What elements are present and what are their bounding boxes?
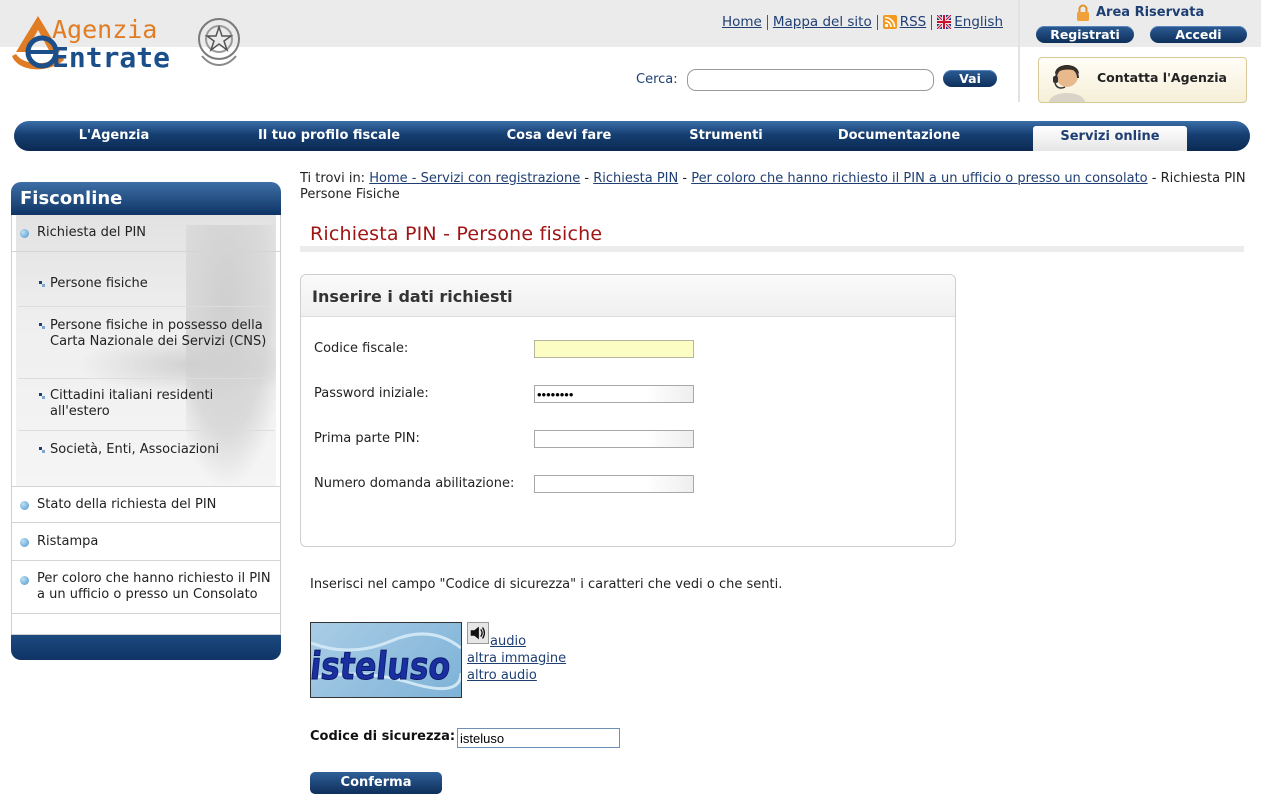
nav-item-cosa-devi-fare[interactable]: Cosa devi fare xyxy=(484,121,634,151)
sidebar-item-label: Richiesta del PIN xyxy=(37,225,147,240)
top-links: Home Mappa del sito RSS English xyxy=(722,14,1003,30)
conferma-button[interactable]: Conferma xyxy=(310,772,442,794)
form-heading: Inserire i dati richiesti xyxy=(312,287,513,306)
title-underline xyxy=(300,246,1244,252)
breadcrumb-link-ufficio-consolato[interactable]: Per coloro che hanno richiesto il PIN a … xyxy=(691,171,1147,186)
breadcrumb: Ti trovi in: Home - Servizi con registra… xyxy=(300,171,1246,202)
registrati-button[interactable]: Registrati xyxy=(1036,26,1134,43)
sidebar-item-ristampa[interactable]: Ristampa xyxy=(12,524,280,561)
search-label: Cerca: xyxy=(636,72,678,87)
logo-text-agenzia: Agenzia xyxy=(52,15,158,44)
rss-icon[interactable] xyxy=(882,15,897,29)
sidebar-item-label: Per coloro che hanno richiesto il PIN a … xyxy=(37,571,271,602)
codice-fiscale-input[interactable] xyxy=(534,340,694,358)
captcha-distorted-text: isteluso xyxy=(311,632,461,691)
prima-parte-pin-label: Prima parte PIN: xyxy=(314,431,420,446)
form-panel: Inserire i dati richiesti Codice fiscale… xyxy=(300,274,956,547)
link-separator xyxy=(766,14,768,30)
nav-item-servizi-online[interactable]: Servizi online xyxy=(1033,126,1187,151)
search-button[interactable]: Vai xyxy=(943,70,997,87)
area-riservata-title: Area Riservata xyxy=(1076,4,1204,21)
sidebar-subitem-societa[interactable]: Società, Enti, Associazioni xyxy=(39,442,275,458)
captcha-image-text: isteluso xyxy=(311,644,453,688)
nav-item-agenzia[interactable]: L'Agenzia xyxy=(54,121,174,151)
divider xyxy=(18,430,274,431)
bullet-icon xyxy=(20,501,29,510)
square-bullet-icon xyxy=(39,393,45,399)
codice-sicurezza-label: Codice di sicurezza: xyxy=(310,729,456,744)
prima-parte-pin-input[interactable] xyxy=(534,430,694,448)
sidebar-item-pin-ufficio-consolato[interactable]: Per coloro che hanno richiesto il PIN a … xyxy=(12,562,280,614)
contatta-label: Contatta l'Agenzia xyxy=(1097,70,1227,85)
captcha-altro-audio-link[interactable]: altro audio xyxy=(467,668,537,683)
form-header: Inserire i dati richiesti xyxy=(301,275,955,317)
sidebar-title: Fisconline xyxy=(11,182,281,215)
captcha-altra-immagine-link[interactable]: altra immagine xyxy=(467,651,566,666)
search-input[interactable] xyxy=(687,69,934,91)
page-title: Richiesta PIN - Persone fisiche xyxy=(310,223,603,245)
breadcrumb-link-richiesta-pin[interactable]: Richiesta PIN xyxy=(593,171,678,186)
sidebar-subitem-label: Società, Enti, Associazioni xyxy=(50,442,220,457)
sidebar-subitem-label: Cittadini italiani residenti all'estero xyxy=(50,388,214,419)
agenzia-entrate-logo[interactable]: Agenzia Entrate xyxy=(8,10,248,76)
sidebar-item-stato-richiesta[interactable]: Stato della richiesta del PIN xyxy=(12,486,280,523)
breadcrumb-link-home[interactable]: Home - Servizi con registrazione xyxy=(369,171,580,186)
square-bullet-icon xyxy=(39,323,45,329)
sidebar-subitem-cns[interactable]: Persone fisiche in possesso della Carta … xyxy=(39,318,275,350)
sitemap-link[interactable]: Mappa del sito xyxy=(773,14,872,30)
rss-link[interactable]: RSS xyxy=(900,14,927,30)
password-iniziale-label: Password iniziale: xyxy=(314,386,429,401)
nav-item-profilo-fiscale[interactable]: Il tuo profilo fiscale xyxy=(234,121,424,151)
english-link[interactable]: English xyxy=(954,14,1003,30)
square-bullet-icon xyxy=(39,281,45,287)
lock-icon xyxy=(1077,4,1089,21)
sidebar-item-richiesta-pin[interactable]: Richiesta del PIN xyxy=(12,215,280,252)
main-navigation: L'Agenzia Il tuo profilo fiscale Cosa de… xyxy=(14,121,1250,151)
link-separator xyxy=(931,14,933,30)
link-separator xyxy=(876,14,878,30)
sidebar-subitem-cittadini-estero[interactable]: Cittadini italiani residenti all'estero xyxy=(39,388,275,420)
nav-item-strumenti[interactable]: Strumenti xyxy=(674,121,778,151)
bullet-icon xyxy=(20,576,29,585)
password-iniziale-input[interactable] xyxy=(534,385,694,403)
sidebar-item-label: Stato della richiesta del PIN xyxy=(37,497,217,512)
captcha-instructions: Inserisci nel campo "Codice di sicurezza… xyxy=(310,577,783,592)
sidebar: Fisconline Richiesta del PIN Persone fis… xyxy=(11,182,281,660)
italian-republic-emblem-icon xyxy=(198,18,240,66)
call-center-operator-icon xyxy=(1049,65,1085,102)
numero-domanda-input[interactable] xyxy=(534,475,694,493)
codice-fiscale-label: Codice fiscale: xyxy=(314,341,409,356)
divider xyxy=(18,378,274,379)
sidebar-item-label: Ristampa xyxy=(37,534,99,549)
codice-sicurezza-input[interactable] xyxy=(457,728,620,748)
divider xyxy=(18,306,274,307)
nav-item-documentazione[interactable]: Documentazione xyxy=(819,121,979,151)
numero-domanda-label: Numero domanda abilitazione: xyxy=(314,476,515,491)
captcha-audio-link[interactable]: audio xyxy=(490,634,526,649)
home-link[interactable]: Home xyxy=(722,14,762,30)
sidebar-subitem-label: Persone fisiche xyxy=(50,276,148,291)
captcha-image: isteluso xyxy=(310,622,462,698)
bullet-icon xyxy=(20,229,29,238)
contatta-agenzia-button[interactable]: Contatta l'Agenzia xyxy=(1038,57,1247,103)
header-divider xyxy=(1018,0,1020,102)
sidebar-subitem-label: Persone fisiche in possesso della Carta … xyxy=(50,318,267,349)
sidebar-menu: Richiesta del PIN Persone fisiche Person… xyxy=(11,215,281,635)
speaker-icon[interactable] xyxy=(467,622,489,644)
sidebar-subitem-persone-fisiche[interactable]: Persone fisiche xyxy=(39,276,275,292)
uk-flag-icon[interactable] xyxy=(937,15,952,29)
sidebar-footer xyxy=(11,635,281,660)
logo-text-entrate: Entrate xyxy=(52,41,171,74)
area-riservata-label: Area Riservata xyxy=(1096,5,1205,20)
breadcrumb-prefix: Ti trovi in: xyxy=(300,171,366,186)
bullet-icon xyxy=(20,538,29,547)
square-bullet-icon xyxy=(39,447,45,453)
accedi-button[interactable]: Accedi xyxy=(1150,26,1247,43)
